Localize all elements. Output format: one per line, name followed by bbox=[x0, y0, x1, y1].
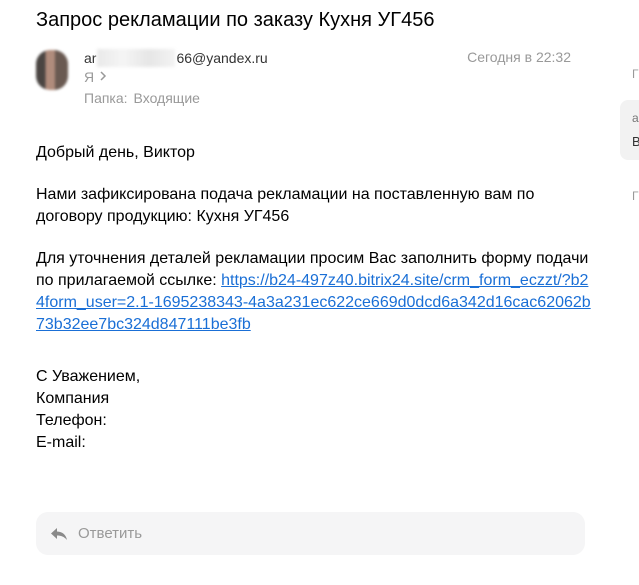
signature-line: С Уважением, bbox=[36, 368, 141, 385]
reply-button[interactable]: Ответить bbox=[36, 512, 585, 555]
message-body: Добрый день, Виктор Нами зафиксирована п… bbox=[36, 142, 596, 474]
message-subject: Запрос рекламации по заказу Кухня УГ456 bbox=[36, 9, 435, 31]
signature-line: E-mail: bbox=[36, 434, 86, 451]
signature: С Уважением, Компания Телефон: E-mail: bbox=[36, 366, 596, 454]
side-card-line: В bbox=[632, 134, 639, 149]
body-paragraph-1: Нами зафиксирована подача рекламации на … bbox=[36, 186, 535, 225]
recipient-name: Я bbox=[84, 69, 95, 85]
message-date: Сегодня в 22:32 bbox=[467, 49, 571, 65]
folder-value[interactable]: Входящие bbox=[134, 90, 200, 106]
sender-avatar[interactable] bbox=[36, 50, 68, 90]
sender-email-prefix: ar bbox=[84, 50, 97, 66]
chevron-right-icon[interactable] bbox=[100, 70, 107, 84]
reply-arrow-icon bbox=[50, 527, 68, 541]
recipient-line[interactable]: Я bbox=[84, 69, 107, 85]
signature-line: Телефон: bbox=[36, 412, 107, 429]
side-panel-card[interactable]: а В bbox=[620, 100, 639, 160]
sender-email-suffix: 66@yandex.ru bbox=[176, 50, 268, 66]
signature-line: Компания bbox=[36, 390, 110, 407]
body-paragraph-2: Для уточнения деталей рекламации просим … bbox=[36, 248, 596, 336]
side-panel-letter: Г bbox=[632, 189, 639, 203]
folder-label: Папка: bbox=[84, 90, 128, 106]
side-panel-letter: Г bbox=[632, 67, 639, 81]
greeting: Добрый день, Виктор bbox=[36, 144, 195, 161]
folder-line: Папка: Входящие bbox=[84, 90, 200, 106]
redacted-area bbox=[97, 49, 176, 67]
side-card-line: а bbox=[632, 111, 639, 125]
sender-line[interactable]: ar 66@yandex.ru bbox=[84, 49, 268, 67]
reply-label: Ответить bbox=[78, 525, 143, 542]
